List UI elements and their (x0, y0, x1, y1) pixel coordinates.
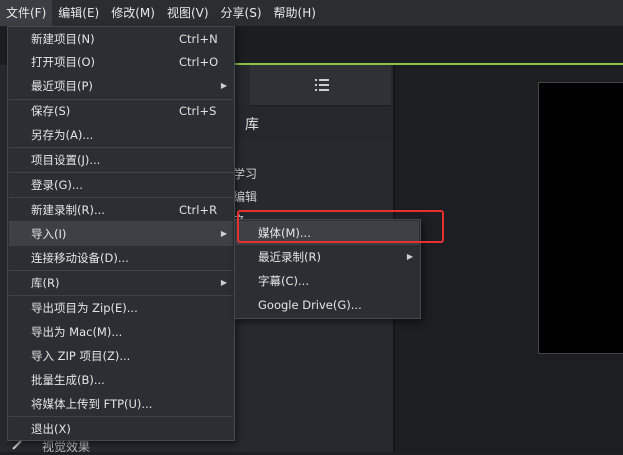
menu-item-import[interactable]: 导入(I) ▶ (9, 222, 233, 246)
menu-modify[interactable]: 修改(M) (105, 0, 161, 26)
menu-item-label: 将媒体上传到 FTP(U)... (31, 397, 153, 411)
menu-item-label: 打开项目(O) (31, 55, 96, 69)
menu-item-shortcut: Ctrl+O (179, 55, 219, 69)
menu-item-label: 连接移动设备(D)... (31, 251, 129, 265)
menu-item-label: 批量生成(B)... (31, 373, 105, 387)
menu-item-label: 新建录制(R)... (31, 203, 105, 217)
menu-item-library[interactable]: 库(R) ▶ (9, 271, 233, 295)
chevron-right-icon: ▶ (220, 81, 227, 90)
menu-item-connect-mobile[interactable]: 连接移动设备(D)... (9, 246, 233, 270)
visual-effects-icon (12, 440, 22, 450)
menu-item-exit[interactable]: 退出(X) (9, 417, 233, 441)
menu-item-new-project[interactable]: 新建项目(N) Ctrl+N (9, 27, 233, 51)
menu-item-project-settings[interactable]: 项目设置(J)... (9, 148, 233, 172)
menu-bar: 文件(F) 编辑(E) 修改(M) 视图(V) 分享(S) 帮助(H) (0, 0, 623, 26)
menu-item-import-zip[interactable]: 导入 ZIP 项目(Z)... (9, 344, 233, 368)
annotation-highlight-box (237, 210, 444, 243)
menu-item-label: 项目设置(J)... (31, 153, 101, 167)
menu-item-label: 退出(X) (31, 422, 71, 436)
menu-item-label: 最近项目(P) (31, 79, 93, 93)
menu-item-label: 导出为 Mac(M)... (31, 325, 123, 339)
list-view-icon[interactable] (315, 78, 329, 92)
menu-item-open-project[interactable]: 打开项目(O) Ctrl+O (9, 50, 233, 74)
menu-item-new-recording[interactable]: 新建录制(R)... Ctrl+R (9, 198, 233, 222)
chevron-right-icon: ▶ (220, 229, 227, 238)
menu-item-label: Google Drive(G)... (258, 298, 362, 312)
menu-item-label: 导出项目为 Zip(E)... (31, 301, 138, 315)
submenu-item-google-drive[interactable]: Google Drive(G)... (236, 293, 419, 317)
submenu-item-captions[interactable]: 字幕(C)... (236, 269, 419, 293)
menu-item-label: 另存为(A)... (31, 128, 94, 142)
submenu-item-recent-recordings[interactable]: 最近录制(R) ▶ (236, 245, 419, 269)
menu-item-label: 保存(S) (31, 104, 71, 118)
menu-item-export-zip[interactable]: 导出项目为 Zip(E)... (9, 296, 233, 320)
menu-item-label: 新建项目(N) (31, 32, 95, 46)
menu-item-save[interactable]: 保存(S) Ctrl+S (9, 99, 233, 123)
menu-item-label: 字幕(C)... (258, 274, 309, 288)
preview-canvas[interactable] (538, 82, 623, 354)
menu-help[interactable]: 帮助(H) (268, 0, 322, 26)
chevron-right-icon: ▶ (220, 278, 227, 287)
menu-edit[interactable]: 编辑(E) (52, 0, 105, 26)
menu-item-export-mac[interactable]: 导出为 Mac(M)... (9, 320, 233, 344)
library-item[interactable]: 编辑 (233, 188, 257, 205)
menu-item-label: 库(R) (31, 276, 60, 290)
library-item[interactable]: 学习 (233, 165, 257, 182)
menu-item-save-as[interactable]: 另存为(A)... (9, 123, 233, 147)
menu-item-upload-ftp[interactable]: 将媒体上传到 FTP(U)... (9, 392, 233, 416)
library-title: 库 (245, 117, 259, 133)
menu-item-batch-produce[interactable]: 批量生成(B)... (9, 368, 233, 392)
menu-file[interactable]: 文件(F) (0, 0, 53, 26)
menu-share[interactable]: 分享(S) (215, 0, 268, 26)
menu-item-shortcut: Ctrl+S (179, 104, 217, 118)
chevron-right-icon: ▶ (406, 252, 413, 261)
menu-item-label: 最近录制(R) (258, 250, 321, 264)
menu-item-shortcut: Ctrl+R (179, 203, 218, 217)
file-menu-dropdown: 新建项目(N) Ctrl+N 打开项目(O) Ctrl+O 最近项目(P) ▶ … (7, 26, 235, 441)
menu-item-label: 导入 ZIP 项目(Z)... (31, 349, 131, 363)
menu-item-recent-projects[interactable]: 最近项目(P) ▶ (9, 74, 233, 98)
menu-item-login[interactable]: 登录(G)... (9, 173, 233, 197)
menu-item-shortcut: Ctrl+N (179, 32, 218, 46)
menu-item-label: 导入(I) (31, 227, 67, 241)
menu-item-label: 登录(G)... (31, 178, 83, 192)
menu-view[interactable]: 视图(V) (161, 0, 215, 26)
